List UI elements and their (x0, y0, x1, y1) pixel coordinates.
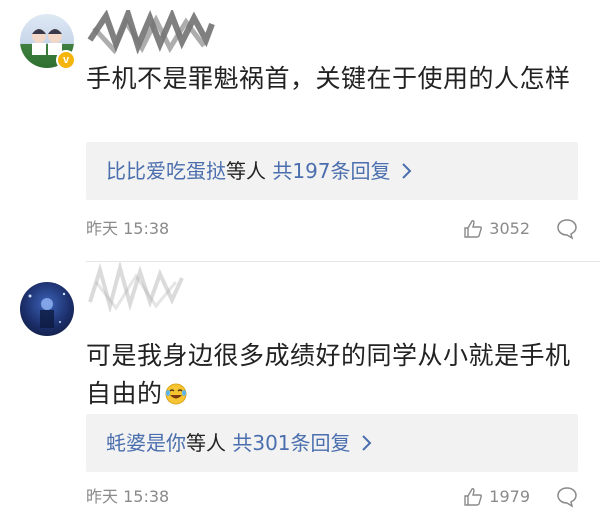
comment-item: v 手机不是罪魁祸首，关键在于使用的人怎样 比比爱吃蛋挞等人 共197条回复 昨… (0, 0, 600, 262)
verified-badge-icon: v (56, 50, 76, 70)
comment-text: 可是我身边很多成绩好的同学从小就是手机自由的 (86, 341, 571, 408)
laughing-crying-emoji (165, 383, 187, 405)
reply-suffix: 等人 (226, 159, 266, 183)
reply-summary[interactable]: 比比爱吃蛋挞等人 共197条回复 (86, 142, 578, 200)
comment-meta: 昨天 15:38 3052 (86, 214, 578, 244)
reply-count[interactable]: 共301条回复 (232, 431, 350, 455)
comment-bubble-icon[interactable] (556, 218, 578, 240)
thumbs-up-icon (464, 220, 483, 238)
chevron-right-icon (355, 431, 373, 455)
like-count: 3052 (489, 219, 530, 238)
avatar[interactable] (20, 282, 74, 336)
comment-meta: 昨天 15:38 1979 (86, 482, 578, 512)
like-count: 1979 (489, 487, 530, 506)
redacted-username (87, 10, 215, 54)
reply-summary[interactable]: 蚝婆是你等人 共301条回复 (86, 414, 578, 472)
redacted-username (88, 262, 184, 312)
reply-users[interactable]: 蚝婆是你 (106, 431, 186, 455)
comment-text: 手机不是罪魁祸首，关键在于使用的人怎样 (86, 64, 571, 93)
timestamp: 昨天 15:38 (86, 219, 170, 238)
thumbs-up-icon (464, 488, 483, 506)
comment-bubble-icon[interactable] (556, 486, 578, 508)
like-button[interactable]: 1979 (463, 482, 530, 512)
like-button[interactable]: 3052 (463, 214, 530, 244)
reply-count[interactable]: 共197条回复 (272, 159, 390, 183)
reply-suffix: 等人 (186, 431, 226, 455)
comment-item: 可是我身边很多成绩好的同学从小就是手机自由的 蚝婆是你等人 共301条回复 昨天… (0, 262, 600, 527)
timestamp: 昨天 15:38 (86, 487, 170, 506)
reply-users[interactable]: 比比爱吃蛋挞 (106, 159, 226, 183)
chevron-right-icon (395, 159, 413, 183)
